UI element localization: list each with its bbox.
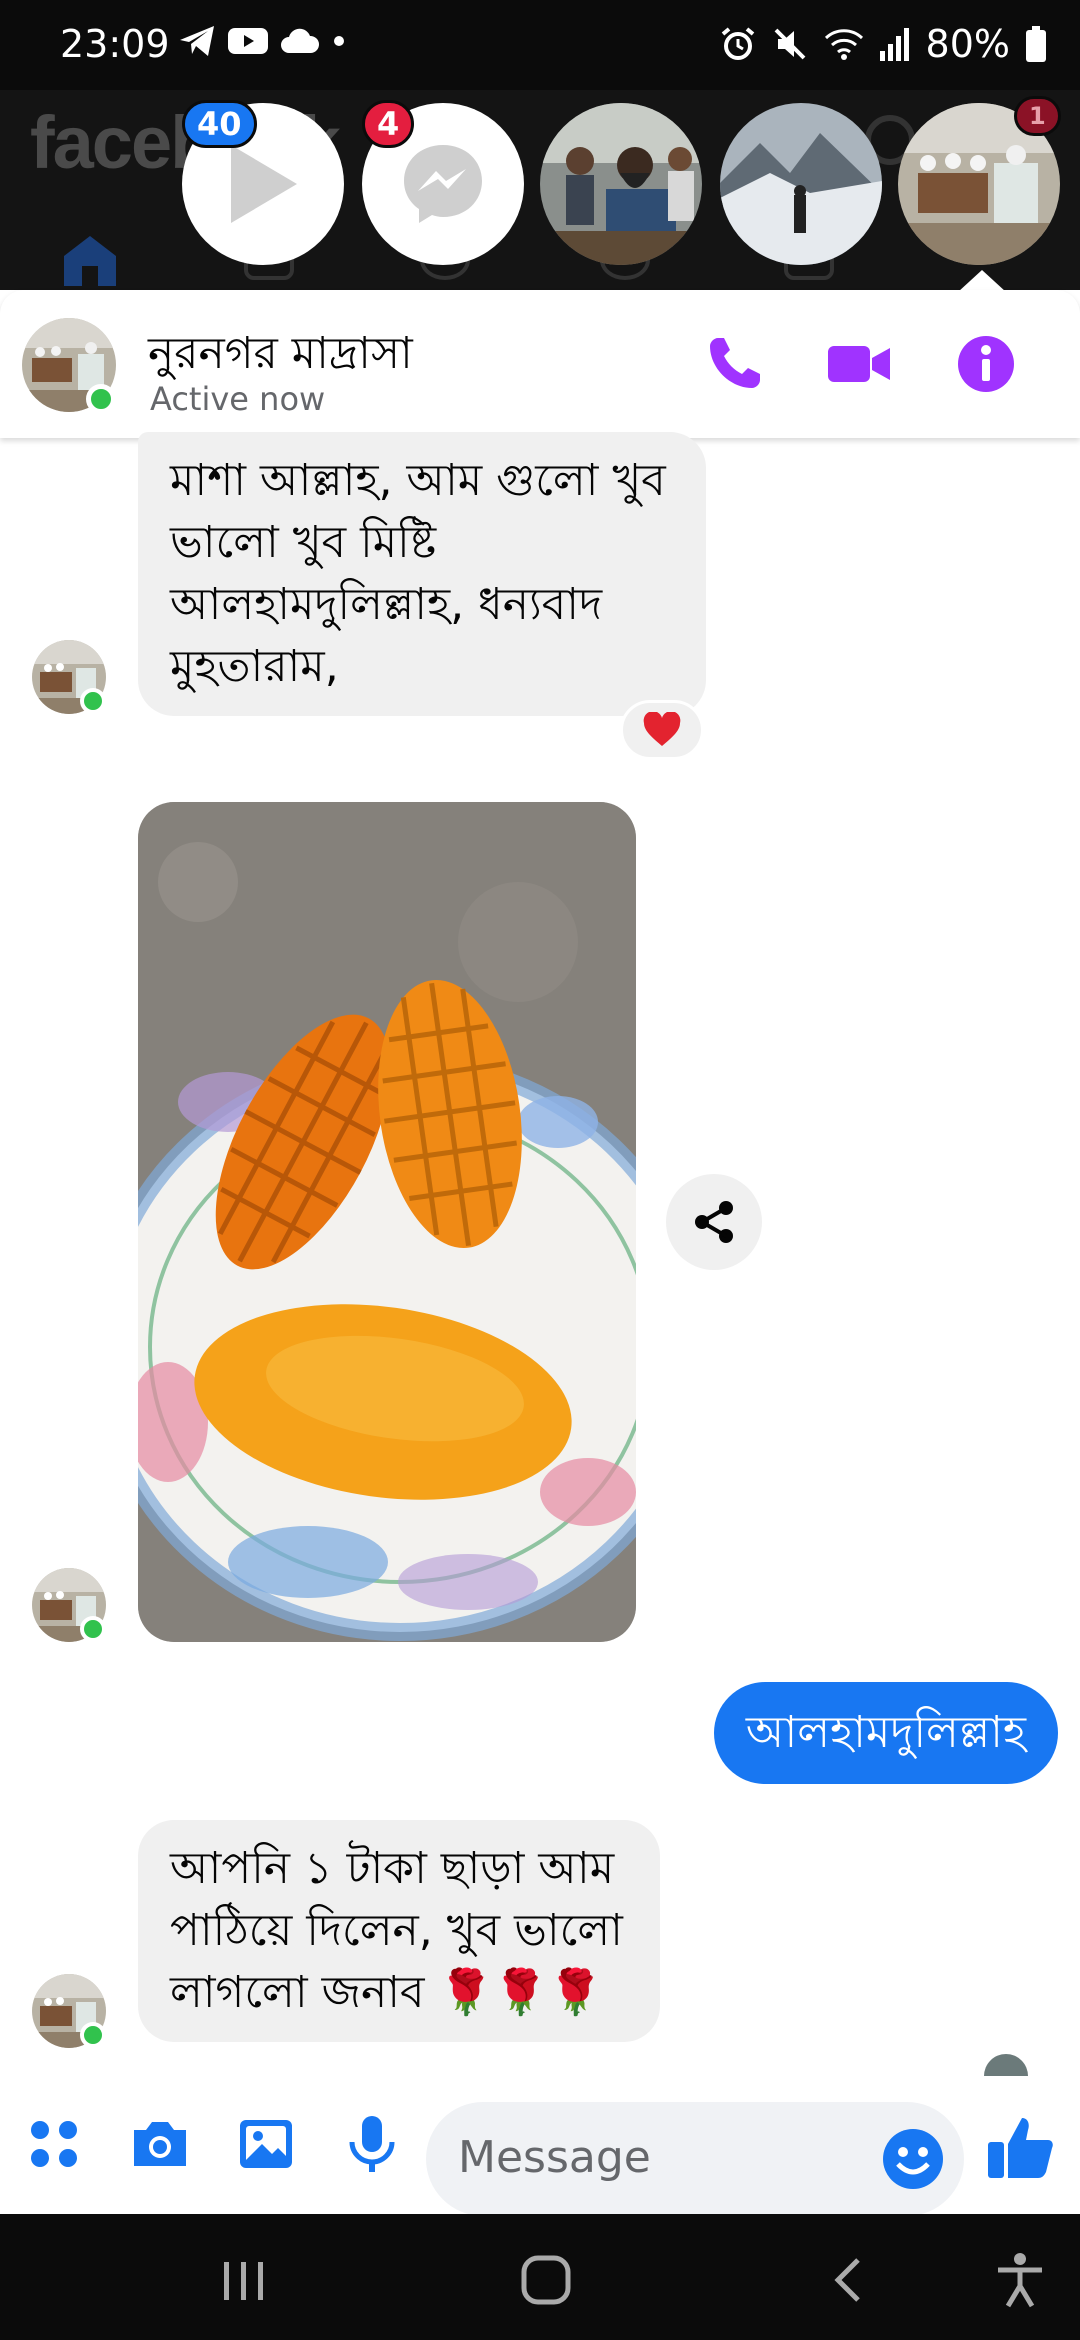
battery-icon — [1026, 26, 1046, 62]
outgoing-message-bubble[interactable]: আলহামদুলিল্লাহ — [713, 1682, 1058, 1784]
madrasa-count-badge: 1 — [1014, 96, 1061, 136]
message-composer: Message — [0, 2080, 1080, 2216]
shared-mango-photo[interactable] — [138, 802, 636, 1642]
recent-apps-icon[interactable] — [214, 2250, 274, 2310]
message-line: লাগলো জনাব 🌹🌹🌹 — [170, 1967, 603, 2018]
emoji-icon[interactable] — [880, 2126, 946, 2192]
signal-icon — [879, 28, 909, 61]
online-indicator — [80, 688, 106, 714]
wifi-icon — [824, 29, 863, 60]
status-bar: 23:09 80% — [0, 0, 1080, 90]
snow-photo — [720, 103, 882, 265]
message-placeholder: Message — [458, 2132, 651, 2183]
more-actions-icon[interactable] — [22, 2112, 86, 2176]
message-line: আলহামদুলিল্লাহ, ধন্যবাদ — [170, 579, 603, 630]
online-indicator — [80, 1616, 106, 1642]
camera-icon[interactable] — [128, 2112, 192, 2176]
mute-icon — [774, 28, 805, 60]
message-line: পাঠিয়ে দিলেন, খুব ভালো — [170, 1905, 623, 1956]
notification-icons — [178, 24, 346, 58]
microphone-icon[interactable] — [340, 2112, 404, 2176]
audio-call-icon[interactable] — [704, 334, 764, 394]
system-navigation-bar — [0, 2214, 1080, 2340]
youtube-icon — [228, 28, 268, 54]
home-button-icon[interactable] — [516, 2250, 576, 2310]
video-count-badge: 40 — [182, 100, 257, 148]
info-icon[interactable] — [956, 334, 1016, 394]
incoming-message-bubble[interactable]: আপনি ১ টাকা ছাড়া আম পাঠিয়ে দিলেন, খুব … — [138, 1820, 660, 2042]
conversation-header: নুরনগর মাদ্রাসা Active now — [0, 290, 1080, 438]
heart-reaction[interactable] — [620, 700, 704, 760]
gallery-icon[interactable] — [234, 2112, 298, 2176]
cloud-icon — [281, 28, 320, 53]
group-photo — [540, 103, 702, 265]
back-icon[interactable] — [820, 2250, 880, 2310]
home-icon — [64, 236, 116, 286]
messenger-icon — [404, 145, 482, 223]
system-indicators: 80% — [720, 22, 1046, 66]
dot-icon — [334, 36, 344, 46]
active-chathead-pointer — [958, 270, 1006, 292]
online-indicator — [86, 384, 116, 414]
mango-plate-image — [138, 802, 636, 1642]
battery-percentage: 80% — [925, 22, 1010, 66]
online-indicator — [80, 2022, 106, 2048]
active-status: Active now — [150, 380, 326, 418]
share-button[interactable] — [666, 1174, 762, 1270]
telegram-icon — [180, 26, 214, 56]
accessibility-icon[interactable] — [990, 2250, 1050, 2310]
messenger-count-badge: 4 — [362, 100, 415, 148]
play-icon — [231, 145, 297, 223]
chathead-snow-photo[interactable] — [720, 103, 882, 265]
video-call-icon[interactable] — [826, 334, 892, 394]
heart-icon — [643, 712, 681, 746]
incoming-message-bubble[interactable]: মাশা আল্লাহ, আম গুলো খুব ভালো খুব মিষ্টি… — [138, 432, 706, 716]
message-line: মাশা আল্লাহ, আম গুলো খুব — [170, 455, 666, 506]
thumbs-up-icon[interactable] — [986, 2112, 1056, 2182]
share-icon — [695, 1201, 733, 1243]
message-input[interactable]: Message — [426, 2102, 964, 2216]
chathead-group-meeting[interactable] — [540, 103, 702, 265]
status-time: 23:09 — [60, 22, 170, 66]
message-line: আপনি ১ টাকা ছাড়া আম — [170, 1843, 615, 1894]
message-line: মুহতারাম, — [170, 641, 339, 692]
message-line: ভালো খুব মিষ্টি — [170, 517, 437, 568]
seen-receipt-avatar — [984, 2054, 1028, 2076]
alarm-icon — [721, 27, 754, 60]
